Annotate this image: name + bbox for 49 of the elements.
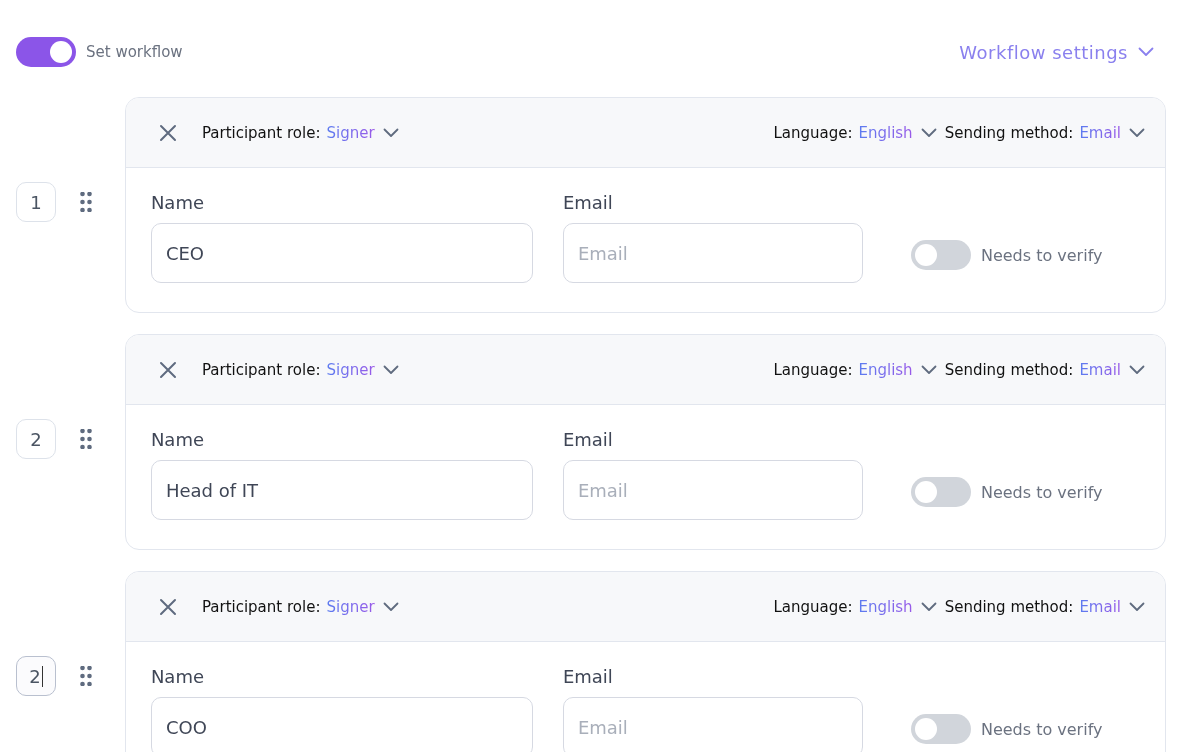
field-label: Name [150,192,205,213]
toggle-label: Needs to verify [980,482,1103,502]
role-label: Participant role: [201,597,321,616]
language-label: Language: [773,360,853,379]
sending-method-label: Sending method: [944,360,1074,379]
order-field[interactable]: 2 [16,419,56,459]
workflow-settings-dropdown[interactable]: Workflow settings [959,41,1166,63]
field-label: Email [562,666,614,687]
role-label: Participant role: [201,360,321,379]
chevron-down-icon [382,601,399,612]
order-field[interactable]: 1 [16,182,56,222]
email-field[interactable]: Email [562,223,863,283]
close-icon[interactable] [158,597,177,616]
name-field[interactable]: Head of IT [150,460,533,520]
name-field[interactable]: CEO [150,223,533,283]
toggle-label: Needs to verify [980,719,1103,739]
verify-toggle[interactable] [910,240,971,270]
chevron-down-icon [1129,364,1145,375]
field-label: Name [150,429,205,450]
role-label: Participant role: [201,123,321,142]
email-field[interactable]: Email [562,460,863,520]
email-field[interactable]: Email [562,697,863,752]
chevron-down-icon [1129,601,1145,612]
chevron-down-icon [1138,47,1154,57]
toggle-label: Needs to verify [980,245,1103,265]
field-label: Name [150,666,205,687]
sending-method-label: Sending method: [944,597,1074,616]
drag-handle-icon[interactable] [80,192,92,212]
close-icon[interactable] [158,123,177,142]
close-icon[interactable] [158,360,177,379]
drag-handle-icon[interactable] [80,666,92,686]
toggle-label: Set workflow [86,43,183,61]
field-label: Email [562,192,614,213]
drag-handle-icon[interactable] [80,429,92,449]
field-label: Email [562,429,614,450]
verify-toggle[interactable] [910,714,971,744]
language-label: Language: [773,123,853,142]
order-field[interactable]: 2 [16,656,56,696]
chevron-down-icon [1129,127,1145,138]
workflow-toggle[interactable] [16,37,76,67]
chevron-down-icon [382,127,399,138]
language-label: Language: [773,597,853,616]
chevron-down-icon [920,127,937,138]
chevron-down-icon [920,364,937,375]
chevron-down-icon [382,364,399,375]
chevron-down-icon [920,601,937,612]
verify-toggle[interactable] [910,477,971,507]
sending-method-label: Sending method: [944,123,1074,142]
name-field[interactable]: COO [150,697,533,752]
